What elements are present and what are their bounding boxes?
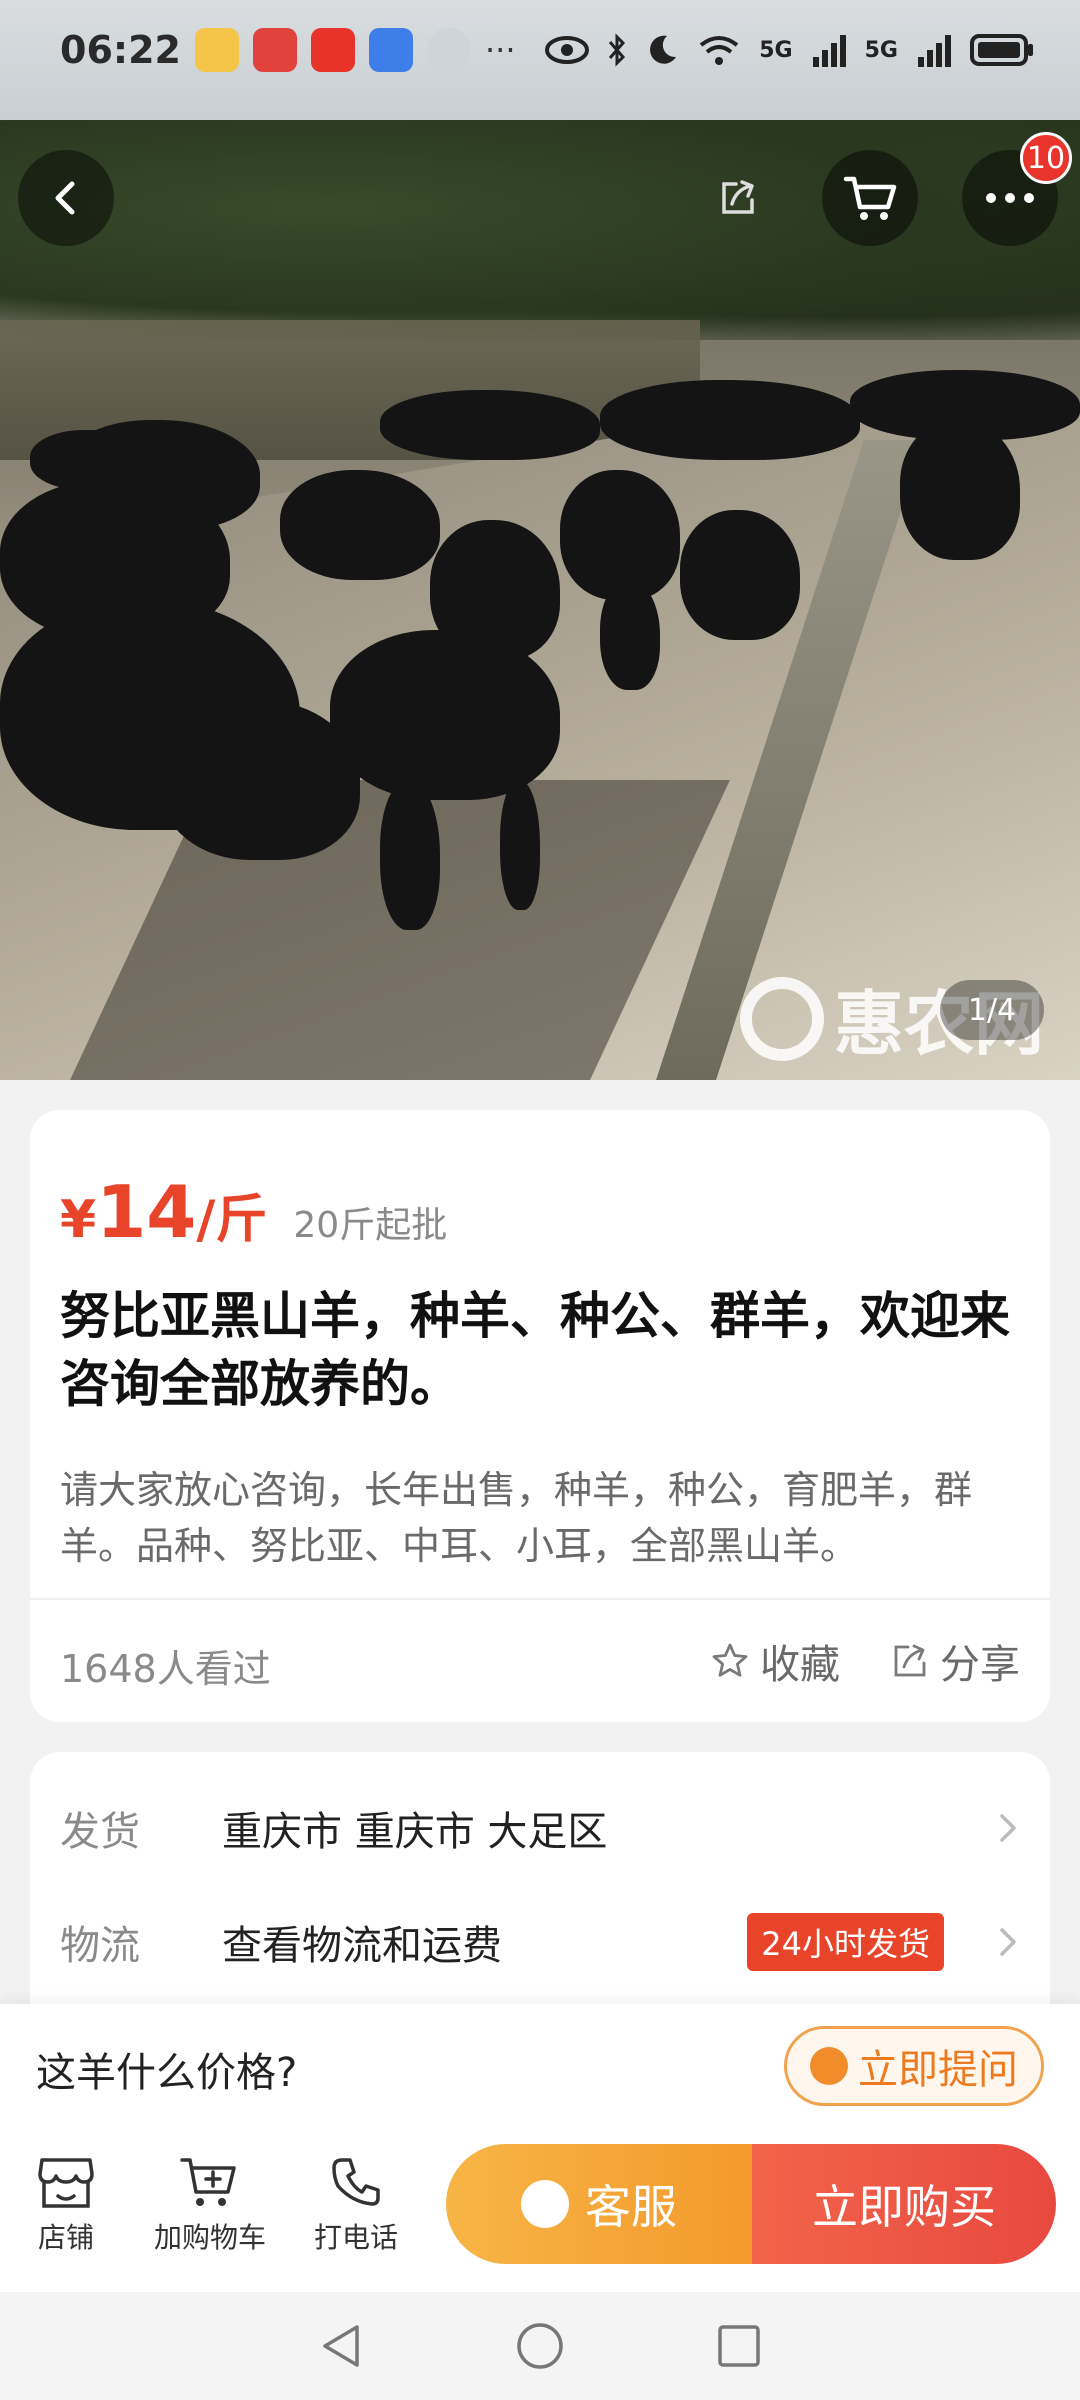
share-icon [894,1644,926,1677]
image-page-indicator: 1/4 [940,980,1044,1040]
ship-from-row[interactable]: 发货 重庆市 重庆市 大足区 [60,1778,1020,1878]
ask-now-button[interactable]: 立即提问 [784,2026,1044,2106]
eye-icon [545,36,590,64]
chat-smile-icon [521,2180,569,2228]
more-notifications-icon: ··· [484,31,516,69]
back-triangle-icon[interactable] [317,2321,365,2371]
product-description: 请大家放心咨询，长年出售，种羊，种公，育肥羊，群羊。品种、努比亚、中耳、小耳，全… [60,1468,973,1568]
battery-icon [970,34,1033,66]
view-count: 1648人看过 [60,1647,271,1691]
price-row: ¥ 14 /斤 20斤起批 [60,1170,447,1254]
product-title: 努比亚黑山羊，种羊、种公、群羊，欢迎来咨询全部放养的。 [60,1287,1010,1413]
shopping-cart-icon [843,176,897,220]
chevron-right-icon [1000,1928,1016,1956]
do-not-disturb-moon-icon [650,35,677,64]
chat-bubble-icon [810,2047,848,2085]
product-actions: 收藏 分享 [710,1632,1020,1690]
more-dots-icon [986,193,1034,203]
store-icon [38,2158,94,2208]
status-bar: 06:22 ··· 5G 5G [0,0,1080,100]
chevron-left-icon [55,181,75,215]
add-cart-icon [180,2158,236,2206]
star-icon [712,1643,748,1677]
video-app-icon [310,28,355,72]
logistics-row[interactable]: 物流 查看物流和运费 24小时发货 [60,1892,1020,1992]
moon-app-icon [426,28,471,72]
signal-icon-2 [918,35,951,67]
buy-now-button[interactable]: 立即购买 [752,2144,1056,2264]
back-button[interactable] [18,150,114,246]
network-5g-label-1: 5G [759,37,793,63]
ship-from-label: 发货 [60,1809,140,1855]
recents-square-icon[interactable] [715,2322,763,2370]
divider [30,1598,1050,1600]
signal-icon-1 [812,35,846,67]
network-5g-label-2: 5G [864,37,898,63]
add-cart-label: 加购物车 [154,2221,267,2254]
price-currency: ¥ [60,1190,97,1250]
cart-button[interactable] [822,150,918,246]
weibo-app-icon [194,28,239,72]
favorite-label: 收藏 [760,1642,840,1688]
bluetooth-icon [609,33,626,67]
share-button[interactable]: 分享 [890,1632,1020,1690]
shipping-card: 发货 重庆市 重庆市 大足区 物流 查看物流和运费 24小时发货 [30,1752,1050,2012]
question-prompt[interactable]: 这羊什么价格? [36,2040,297,2098]
browser-app-icon [368,28,413,72]
question-bar: 这羊什么价格? 立即提问 [0,2004,1080,2124]
primary-buttons: 客服 立即购买 [446,2144,1056,2264]
product-info-card: ¥ 14 /斤 20斤起批 努比亚黑山羊，种羊、种公、群羊，欢迎来咨询全部放养的… [30,1110,1050,1722]
call-label: 打电话 [314,2221,399,2254]
chevron-right-icon [1000,1814,1016,1842]
service-label: 客服 [585,2180,677,2234]
status-time: 06:22 [60,28,181,72]
logistics-value: 查看物流和运费 [222,1923,502,1969]
customer-service-button[interactable]: 客服 [446,2144,752,2264]
phone-icon [332,2158,380,2206]
favorite-button[interactable]: 收藏 [710,1632,840,1690]
shop-label: 店铺 [37,2221,94,2254]
share-label: 分享 [940,1642,1020,1688]
product-image-carousel[interactable]: 06:22 ··· 5G 5G 10 惠农网 1/4 [0,0,1080,1080]
min-order-text: 20斤起批 [293,1205,448,1246]
notification-count-badge: 10 [1020,132,1072,184]
ask-now-label: 立即提问 [858,2047,1018,2093]
reader-app-icon [252,28,297,72]
call-button[interactable]: 打电话 [314,2154,398,2256]
share-link-button[interactable] [690,150,786,246]
watermark-logo [740,976,824,1061]
wifi-icon [700,36,739,65]
image-trees [0,120,1080,340]
shop-button[interactable]: 店铺 [36,2154,96,2256]
ships-in-24h-badge: 24小时发货 [747,1913,944,1971]
add-to-cart-button[interactable]: 加购物车 [154,2154,266,2256]
share-external-icon [722,180,754,214]
bottom-action-bar: 店铺 加购物车 打电话 客服 立即购买 [0,2124,1080,2292]
price-value: 14 [96,1170,197,1254]
buy-now-label: 立即购买 [812,2180,996,2234]
system-navigation-bar [0,2292,1080,2400]
ship-from-value: 重庆市 重庆市 大足区 [222,1809,608,1855]
price-unit: /斤 [196,1190,268,1250]
logistics-label: 物流 [60,1923,140,1969]
home-circle-icon[interactable] [515,2321,565,2371]
